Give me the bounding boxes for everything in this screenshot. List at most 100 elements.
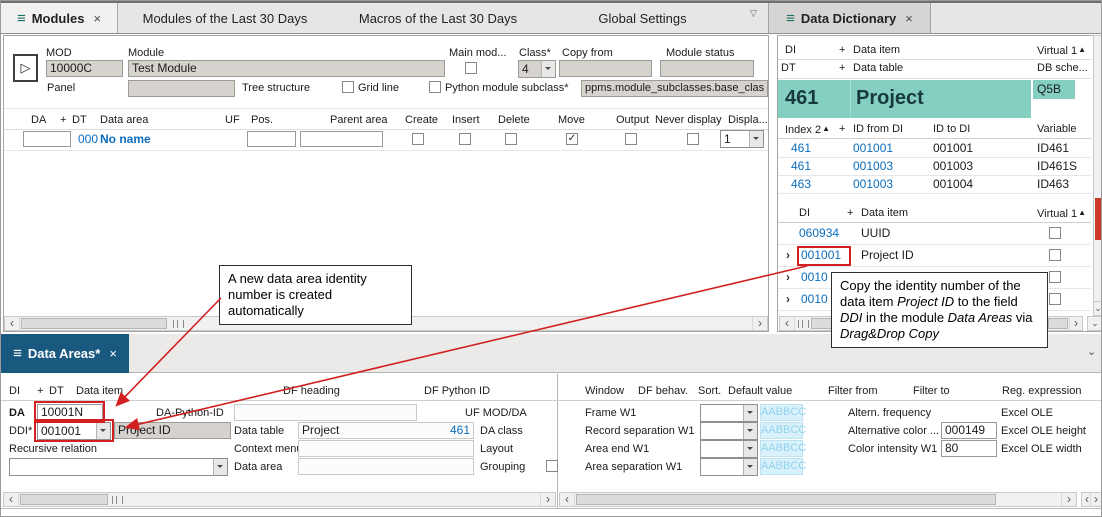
record-separation-w1-color-swatch[interactable]: AABBCC bbox=[760, 422, 803, 439]
rel-col-variable[interactable]: Variable bbox=[1037, 123, 1077, 135]
da-col-dt[interactable]: DT bbox=[49, 385, 64, 397]
scroll-right-icon[interactable]: › bbox=[1061, 493, 1076, 506]
menu-icon[interactable]: ≡ bbox=[17, 10, 26, 27]
scrollbar-grip[interactable] bbox=[173, 320, 184, 328]
copy-from-field[interactable] bbox=[559, 60, 652, 77]
area-end-w1-dropdown[interactable] bbox=[700, 440, 758, 458]
color-intensity-w1-field[interactable]: 80 bbox=[941, 440, 997, 457]
scroll-down-button[interactable]: ⌄ bbox=[1094, 301, 1102, 315]
row-delete-checkbox[interactable] bbox=[505, 133, 517, 145]
col-create[interactable]: Create bbox=[405, 114, 438, 126]
row-output-checkbox[interactable] bbox=[625, 133, 637, 145]
item-virtual-checkbox[interactable] bbox=[1049, 249, 1061, 261]
area-separation-w1-dropdown[interactable] bbox=[700, 458, 758, 476]
tab-data-dictionary[interactable]: ≡ Data Dictionary × bbox=[768, 3, 931, 33]
col-data-area[interactable]: Data area bbox=[100, 114, 148, 126]
scrollbar-thumb[interactable] bbox=[1048, 318, 1068, 329]
tab-modules-last-30-days[interactable]: Modules of the Last 30 Days bbox=[118, 3, 332, 33]
mod-field[interactable]: 10000C bbox=[46, 60, 123, 77]
ddi-item-name-field[interactable]: Project ID bbox=[114, 422, 231, 439]
close-icon[interactable]: × bbox=[93, 11, 101, 26]
dict-plus-label[interactable]: + bbox=[839, 62, 845, 74]
col-dt[interactable]: DT bbox=[72, 114, 87, 126]
alternative-color-field[interactable]: 000149 bbox=[941, 422, 997, 439]
data-areas-corner-scrollbar[interactable]: ‹ › bbox=[1081, 492, 1102, 507]
rel-col-plus[interactable]: + bbox=[839, 123, 845, 135]
data-areas-right-scrollbar[interactable]: ‹ › bbox=[559, 492, 1077, 507]
item-cell-name[interactable]: Project ID bbox=[861, 249, 914, 262]
scroll-right-icon[interactable]: › bbox=[1090, 493, 1101, 506]
da-col-df-behav[interactable]: DF behav. bbox=[638, 385, 688, 397]
col-uf[interactable]: UF bbox=[225, 114, 240, 126]
item-col-plus[interactable]: + bbox=[847, 207, 853, 219]
frame-w1-dropdown[interactable] bbox=[700, 404, 758, 422]
tab-data-areas[interactable]: ≡ Data Areas* × bbox=[1, 334, 129, 373]
dict-virtual-label[interactable]: Virtual 1▲ bbox=[1037, 44, 1086, 57]
row-dt-value[interactable]: 000 bbox=[78, 133, 98, 146]
scrollbar-thumb[interactable] bbox=[576, 494, 996, 505]
rel-col-id-to[interactable]: ID to DI bbox=[933, 123, 970, 135]
dict-data-table-label[interactable]: Data table bbox=[853, 62, 903, 74]
dict-dt-label[interactable]: DT bbox=[781, 62, 796, 74]
dict-plus-label[interactable]: + bbox=[839, 44, 845, 56]
col-displa[interactable]: Displa... bbox=[728, 114, 768, 126]
frame-w1-color-swatch[interactable]: AABBCC bbox=[760, 404, 803, 421]
scrollbar-grip[interactable] bbox=[112, 496, 123, 504]
item-virtual-checkbox[interactable] bbox=[1049, 227, 1061, 239]
panel-collapse-chevron-icon[interactable]: ⌄ bbox=[1087, 346, 1096, 358]
tab-macros-last-30-days[interactable]: Macros of the Last 30 Days bbox=[332, 3, 544, 33]
expand-arrow-icon[interactable]: › bbox=[786, 249, 790, 261]
item-col-data-item[interactable]: Data item bbox=[861, 207, 908, 219]
grouping-checkbox[interactable] bbox=[546, 460, 558, 472]
scroll-left-icon[interactable]: ‹ bbox=[560, 493, 575, 506]
rel-cell-id-to[interactable]: 001003 bbox=[933, 160, 973, 173]
scrollbar-thumb[interactable] bbox=[20, 494, 108, 505]
da-col-reg-expression[interactable]: Reg. expression bbox=[1002, 385, 1082, 397]
tab-modules[interactable]: ≡ Modules × bbox=[1, 3, 118, 33]
col-move[interactable]: Move bbox=[558, 114, 585, 126]
da-col-window[interactable]: Window bbox=[585, 385, 624, 397]
da-col-di[interactable]: DI bbox=[9, 385, 20, 397]
expand-arrow-icon[interactable]: › bbox=[786, 293, 790, 305]
data-area-field[interactable] bbox=[298, 458, 474, 475]
row-da-input[interactable] bbox=[23, 131, 71, 147]
rel-cell-id-to[interactable]: 001001 bbox=[933, 142, 973, 155]
col-insert[interactable]: Insert bbox=[452, 114, 480, 126]
item-cell-di[interactable]: 0010 bbox=[801, 293, 828, 306]
dict-db-schema-label[interactable]: DB sche... bbox=[1037, 62, 1088, 74]
rel-cell-variable[interactable]: ID461 bbox=[1037, 142, 1069, 155]
da-col-sort[interactable]: Sort. bbox=[698, 385, 721, 397]
module-status-field[interactable] bbox=[660, 60, 754, 77]
col-output[interactable]: Output bbox=[616, 114, 649, 126]
scrollbar-grip[interactable] bbox=[798, 320, 809, 328]
rel-col-index[interactable]: Index 2▲ bbox=[785, 123, 830, 136]
item-cell-name[interactable]: UUID bbox=[861, 227, 890, 240]
scroll-right-icon[interactable]: › bbox=[752, 317, 767, 330]
row-pos-input[interactable] bbox=[247, 131, 296, 147]
row-parent-area-input[interactable] bbox=[300, 131, 383, 147]
da-col-filter-to[interactable]: Filter to bbox=[913, 385, 950, 397]
da-col-plus[interactable]: + bbox=[37, 385, 43, 397]
selected-table-name[interactable]: Project bbox=[856, 87, 924, 109]
dictionary-vertical-scrollbar[interactable]: ⌄ bbox=[1093, 35, 1102, 316]
row-insert-checkbox[interactable] bbox=[459, 133, 471, 145]
rel-cell-id-from[interactable]: 001003 bbox=[853, 160, 893, 173]
scroll-left-icon[interactable]: ‹ bbox=[5, 317, 20, 330]
expand-arrow-icon[interactable]: › bbox=[786, 271, 790, 283]
col-delete[interactable]: Delete bbox=[498, 114, 530, 126]
da-col-data-item[interactable]: Data item bbox=[76, 385, 123, 397]
main-mod-checkbox[interactable] bbox=[465, 62, 477, 74]
scroll-right-icon[interactable]: › bbox=[540, 493, 555, 506]
item-virtual-checkbox[interactable] bbox=[1049, 293, 1061, 305]
record-separation-w1-dropdown[interactable] bbox=[700, 422, 758, 440]
item-col-di[interactable]: DI bbox=[799, 207, 810, 219]
run-module-button[interactable]: ▷ bbox=[13, 54, 38, 82]
dict-data-item-label[interactable]: Data item bbox=[853, 44, 900, 56]
close-icon[interactable]: × bbox=[905, 11, 913, 26]
dictionary-scroll-corner-button[interactable]: ⌄ bbox=[1087, 316, 1102, 331]
da-col-filter-from[interactable]: Filter from bbox=[828, 385, 878, 397]
scroll-left-icon[interactable]: ‹ bbox=[780, 317, 795, 330]
rel-cell-variable[interactable]: ID461S bbox=[1037, 160, 1077, 173]
area-separation-w1-color-swatch[interactable]: AABBCC bbox=[760, 458, 803, 475]
row-create-checkbox[interactable] bbox=[412, 133, 424, 145]
